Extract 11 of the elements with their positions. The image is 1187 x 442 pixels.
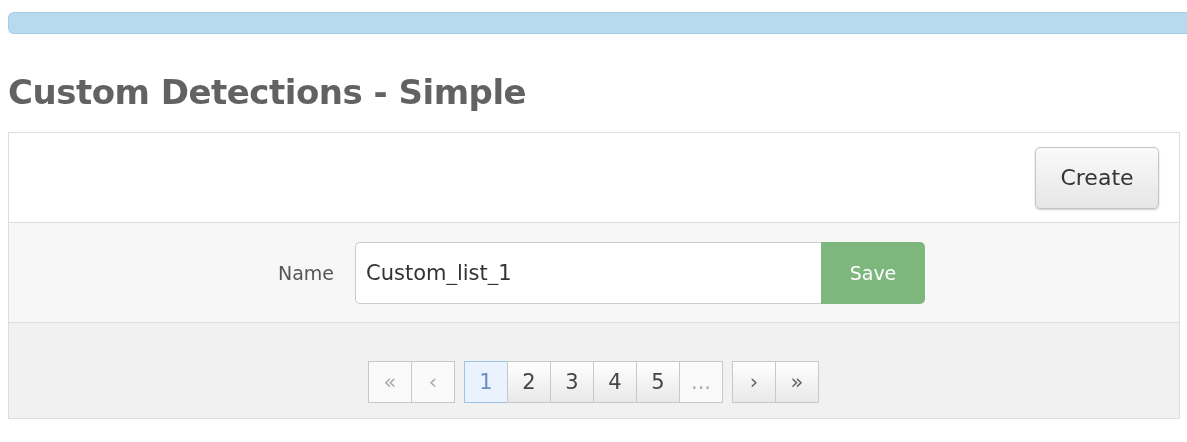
- page-link[interactable]: 5: [636, 361, 680, 403]
- create-button[interactable]: Create: [1035, 146, 1159, 209]
- name-field[interactable]: Custom_list_1: [355, 241, 821, 304]
- page-link[interactable]: 4: [593, 361, 637, 403]
- page-link[interactable]: 2: [507, 361, 551, 403]
- page-title: Custom Detections - Simple: [8, 72, 528, 114]
- last-page-link[interactable]: »: [775, 361, 819, 403]
- next-page-link[interactable]: ›: [732, 361, 776, 403]
- page-link[interactable]: 3: [550, 361, 594, 403]
- name-label: Name: [276, 261, 335, 284]
- page-link[interactable]: 1: [464, 361, 508, 403]
